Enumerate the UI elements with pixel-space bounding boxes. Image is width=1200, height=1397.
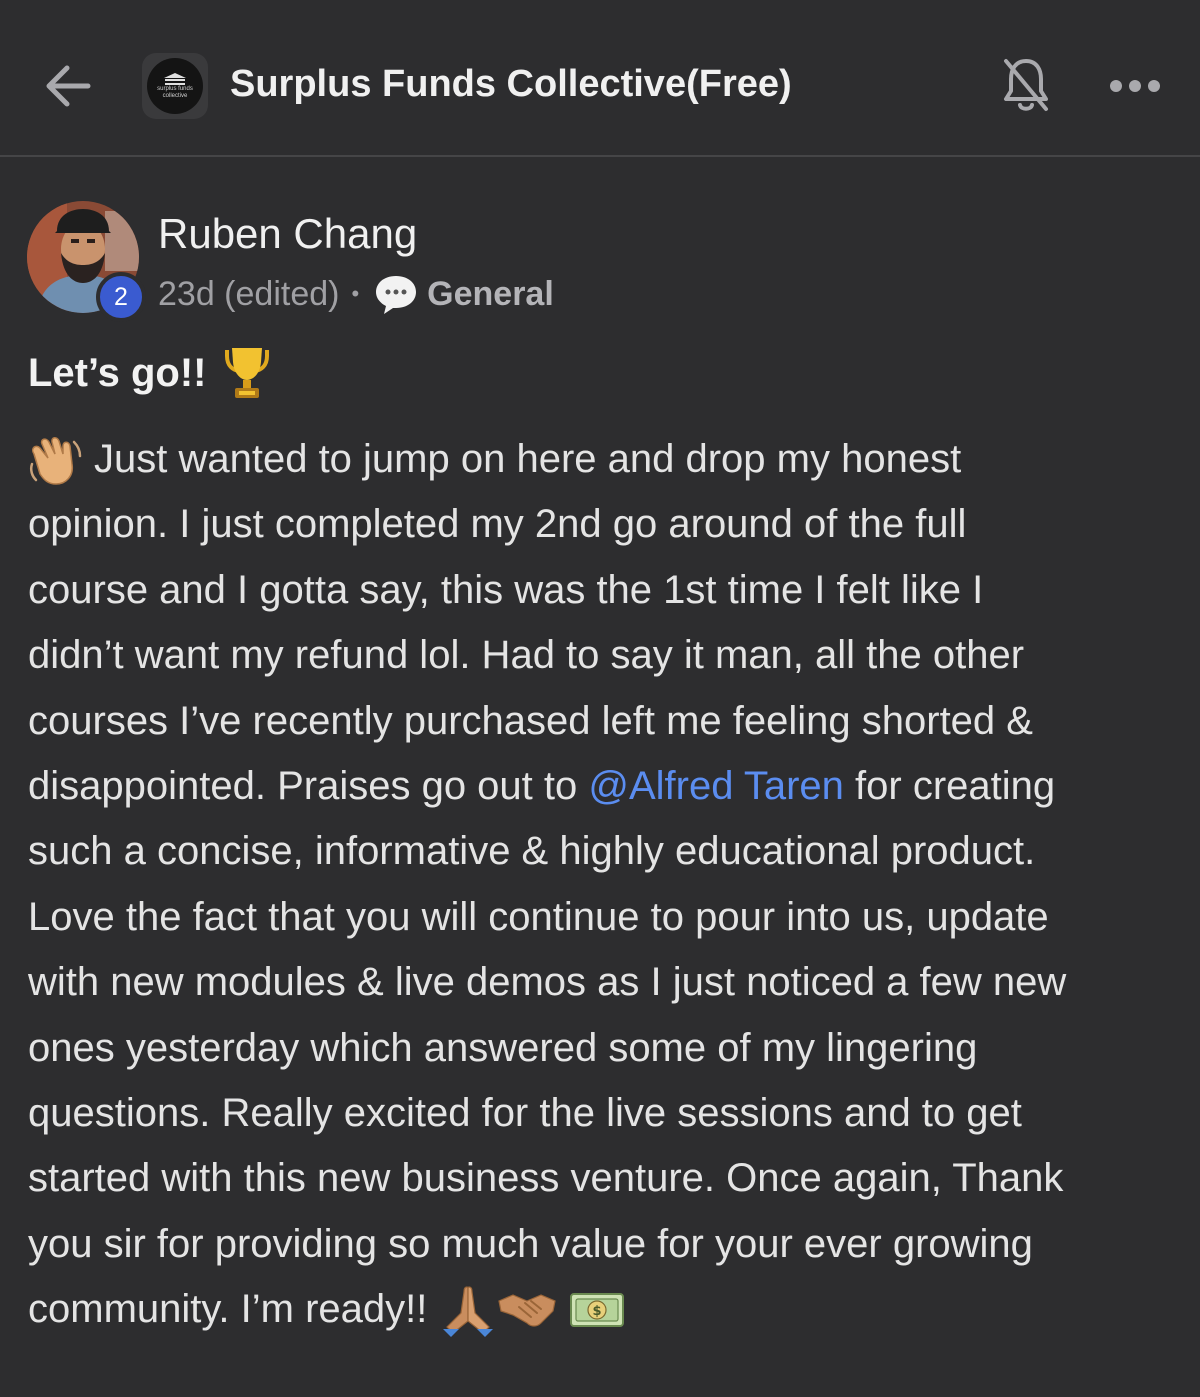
back-button[interactable] (40, 58, 96, 114)
svg-text:$: $ (593, 1304, 602, 1319)
body-text: opinion. I just completed my 2nd go arou… (28, 502, 967, 547)
body-line: disappointed. Praises go out to @Alfred … (28, 754, 1178, 819)
body-text: disappointed. Praises go out to (28, 763, 589, 808)
notifications-button[interactable] (1000, 55, 1052, 115)
body-line: you sir for providing so much value for … (28, 1212, 1178, 1277)
more-options-button[interactable] (1108, 74, 1162, 98)
group-logo[interactable]: surplus funds collective (142, 53, 208, 119)
folded-hands-icon (443, 1286, 494, 1337)
body-line: Love the fact that you will continue to … (28, 885, 1178, 950)
body-line: Just wanted to jump on here and drop my … (28, 427, 1178, 492)
post-meta: 23d (edited) • General (158, 272, 554, 316)
more-horizontal-icon (1110, 80, 1160, 92)
mention-link[interactable]: @Alfred Taren (588, 754, 844, 819)
category-label[interactable]: General (427, 275, 554, 314)
body-text: courses I’ve recently purchased left me … (28, 698, 1033, 743)
arrow-left-icon (46, 65, 91, 107)
waving-hand-icon (29, 436, 82, 485)
body-line: didn’t want my refund lol. Had to say it… (28, 623, 1178, 688)
logo-badge: surplus funds collective (147, 58, 203, 114)
post-title-text: Let’s go!! (28, 350, 207, 395)
body-text: you sir for providing so much value for … (28, 1221, 1033, 1266)
logo-text-bottom: collective (162, 93, 188, 99)
trophy-icon (224, 348, 269, 398)
body-line: started with this new business venture. … (28, 1146, 1178, 1211)
group-title[interactable]: Surplus Funds Collective(Free) (230, 63, 792, 106)
building-icon (164, 73, 186, 85)
body-line: ones yesterday which answered some of my… (28, 1016, 1178, 1081)
body-line: community. I’m ready!! $ (28, 1277, 1178, 1342)
speech-bubble-icon (376, 276, 417, 314)
top-bar: surplus funds collective Surplus Funds C… (0, 0, 1200, 157)
body-text: didn’t want my refund lol. Had to say it… (28, 633, 1025, 678)
post-body: Just wanted to jump on here and drop my … (28, 427, 1178, 1342)
body-text: course and I gotta say, this was the 1st… (28, 567, 984, 612)
handshake-icon (498, 1294, 557, 1327)
bell-off-icon (1004, 59, 1048, 111)
body-line: course and I gotta say, this was the 1st… (28, 558, 1178, 623)
post-time: 23d (edited) (158, 274, 340, 313)
body-line: questions. Really excited for the live s… (28, 1081, 1178, 1146)
body-text: Just wanted to jump on here and drop my … (94, 437, 962, 481)
body-text: such a concise, informative & highly edu… (28, 829, 1036, 874)
author-name[interactable]: Ruben Chang (158, 210, 417, 258)
money-bill-icon: $ (570, 1292, 625, 1327)
body-line: with new modules & live demos as I just … (28, 950, 1178, 1015)
level-badge: 2 (96, 272, 146, 322)
body-text: questions. Really excited for the live s… (28, 1090, 1022, 1135)
body-text: Love the fact that you will continue to … (28, 894, 1049, 939)
body-text: for creating (843, 763, 1056, 808)
post-title: Let’s go!! (28, 344, 275, 402)
body-line: courses I’ve recently purchased left me … (28, 689, 1178, 754)
body-text: with new modules & live demos as I just … (28, 960, 1067, 1005)
meta-separator: • (351, 281, 360, 306)
body-text: community. I’m ready!! (28, 1287, 428, 1332)
logo-text-top: surplus funds (157, 86, 193, 92)
body-text: ones yesterday which answered some of my… (28, 1025, 978, 1070)
body-line: such a concise, informative & highly edu… (28, 819, 1178, 884)
body-text: started with this new business venture. … (28, 1156, 1064, 1201)
body-line: opinion. I just completed my 2nd go arou… (28, 492, 1178, 557)
